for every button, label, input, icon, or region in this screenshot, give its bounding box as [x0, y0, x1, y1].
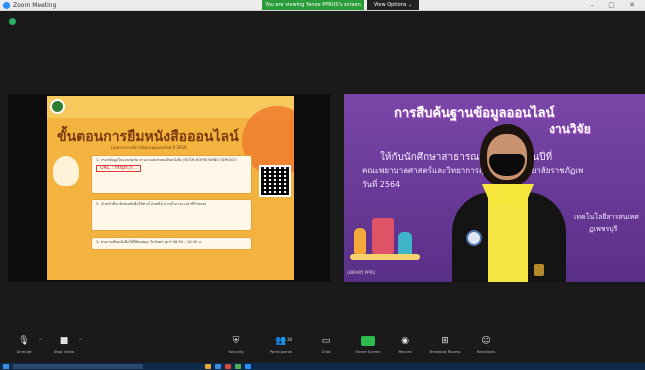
- shared-screen-left: ขั้นตอนการยืมหนังสือออนไลน์ (เฉพาะการบริ…: [8, 94, 330, 282]
- mascot-illustration-icon: [53, 156, 79, 186]
- share-screen-button[interactable]: Share Screen: [348, 336, 388, 355]
- breakout-rooms-icon: ⊞: [441, 336, 449, 346]
- zoom-logo-icon: [3, 2, 10, 9]
- view-options-button[interactable]: View Options ⌄: [367, 0, 419, 10]
- security-button[interactable]: ⛨ Security: [216, 336, 256, 355]
- step-1-text: 1. กรอกข้อมูลในแบบฟอร์ม ผ่านแบบฟอร์มขอยื…: [96, 158, 237, 162]
- background-text-line-3: วันที่ 2564: [362, 180, 401, 189]
- participants-icon: 👥: [275, 336, 287, 346]
- reactions-icon: ☺: [481, 336, 491, 346]
- slide-subtitle: (เฉพาะการบริการห้องสมุดออนไลน์ ปี 2019: [111, 145, 187, 150]
- speaker-person: [452, 118, 566, 282]
- presentation-slide: ขั้นตอนการยืมหนังสือออนไลน์ (เฉพาะการบริ…: [47, 96, 294, 280]
- step-3-box: 3. สามารถคืนหนังสือได้ที่ห้องสมุด วันจัน…: [91, 237, 252, 250]
- university-logo-icon: [50, 99, 65, 114]
- browser-icon[interactable]: [215, 364, 221, 369]
- step-2-text: 2. เจ้าหน้าที่จะจัดส่งหนังสือให้ทางไปรษณ…: [96, 202, 207, 206]
- unmute-button[interactable]: 🎙 ^ Unmute: [4, 336, 44, 355]
- chevron-up-icon[interactable]: ^: [39, 338, 42, 343]
- breakout-rooms-button[interactable]: ⊞ Breakout Rooms: [425, 336, 465, 355]
- screen-share-banner: You are viewing Yanee PPRUS's screen: [262, 0, 364, 10]
- chat-button[interactable]: ▭ Chat: [306, 336, 346, 355]
- share-screen-icon: [361, 336, 375, 346]
- video-camera-icon: ■: [59, 336, 69, 346]
- window-title: Zoom Meeting: [13, 2, 57, 9]
- name-badge-icon: [466, 230, 482, 246]
- taskbar-search-input[interactable]: [13, 364, 143, 369]
- reactions-button[interactable]: ☺ Reactions: [466, 336, 506, 355]
- title-bar: Zoom Meeting You are viewing Yanee PPRUS…: [0, 0, 645, 11]
- shield-icon: ⛨: [232, 336, 240, 346]
- start-icon[interactable]: [3, 364, 9, 369]
- zoom-meeting-window: Zoom Meeting You are viewing Yanee PPRUS…: [0, 0, 645, 370]
- pin-icon: [534, 264, 544, 276]
- record-button[interactable]: ◉ Record: [385, 336, 425, 355]
- qr-code-icon: [259, 165, 291, 197]
- app-icon[interactable]: [235, 364, 241, 369]
- stop-video-button[interactable]: ■ ^ Stop Video: [44, 336, 84, 355]
- chevron-up-icon[interactable]: ^: [79, 338, 82, 343]
- meeting-toolbar: 🎙 ^ Unmute ■ ^ Stop Video ⛨ Security 👥 3…: [0, 333, 645, 363]
- url-box: URL : https://...: [96, 165, 142, 172]
- window-controls[interactable]: – ▢ ✕: [591, 1, 641, 10]
- video-footer-label: LIBRARY PPRU: [347, 270, 376, 275]
- zoom-taskbar-icon[interactable]: [245, 364, 251, 369]
- app-icon[interactable]: [225, 364, 231, 369]
- microphone-muted-icon: 🎙: [18, 336, 30, 346]
- encryption-shield-icon[interactable]: [9, 18, 16, 25]
- os-taskbar: [0, 363, 645, 370]
- step-3-text: 3. สามารถคืนหนังสือได้ที่ห้องสมุด วันจัน…: [96, 240, 202, 244]
- participants-button[interactable]: 👥 30 Participants: [261, 336, 301, 355]
- background-text-line-5: ฏเพชรบุรี: [589, 225, 618, 233]
- participant-count: 30: [287, 337, 293, 342]
- file-explorer-icon[interactable]: [205, 364, 211, 369]
- people-illustration-icon: [350, 214, 422, 266]
- background-text-line-4: เทคโนโลยีสารสนเทศ: [574, 213, 639, 221]
- step-2-box: 2. เจ้าหน้าที่จะจัดส่งหนังสือให้ทางไปรษณ…: [91, 199, 252, 231]
- step-1-box: 1. กรอกข้อมูลในแบบฟอร์ม ผ่านแบบฟอร์มขอยื…: [91, 155, 252, 194]
- record-icon: ◉: [401, 336, 409, 346]
- chat-icon: ▭: [321, 336, 331, 346]
